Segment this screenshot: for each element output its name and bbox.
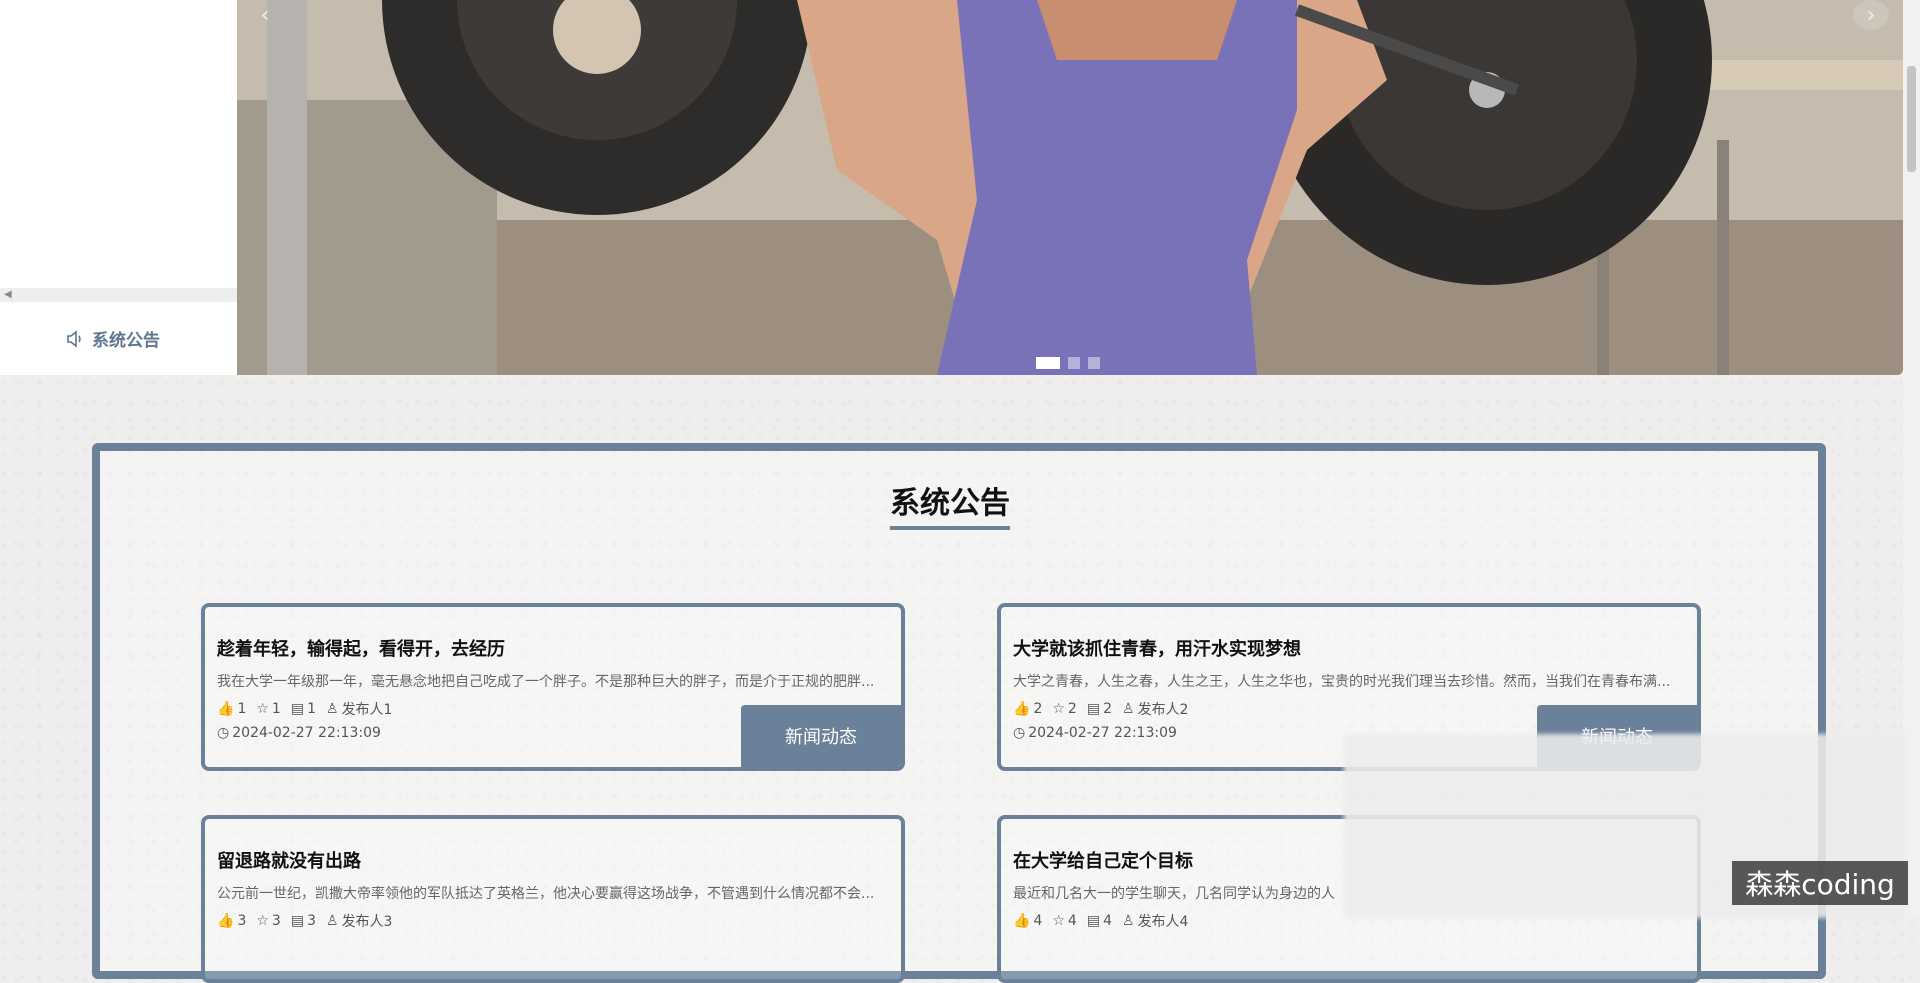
- category-tag[interactable]: 新闻动态: [741, 705, 901, 767]
- banner-carousel[interactable]: ‹ ›: [237, 0, 1903, 375]
- notice-card[interactable]: 留退路就没有出路 公元前一世纪，凯撒大帝率领他的军队抵达了英格兰，他决心要赢得这…: [201, 815, 905, 983]
- carousel-dot-1[interactable]: [1036, 357, 1060, 369]
- comment-icon: ▤: [290, 913, 305, 929]
- like-count: 1: [237, 701, 247, 717]
- thumb-up-icon: 👍: [1013, 701, 1031, 717]
- left-panel: ◀ 系统公告: [0, 0, 238, 375]
- scrollbar-thumb[interactable]: [1907, 66, 1916, 172]
- like-count: 4: [1033, 913, 1043, 929]
- favorite-count: 3: [271, 913, 281, 929]
- user-icon: ♙: [1122, 913, 1135, 929]
- carousel-dot-2[interactable]: [1068, 357, 1080, 369]
- card-description: 公元前一世纪，凯撒大帝率领他的军队抵达了英格兰，他决心要赢得这场战争，不管遇到什…: [217, 886, 875, 902]
- favorite-count: 2: [1067, 701, 1077, 717]
- star-icon: ☆: [1052, 701, 1065, 717]
- star-icon: ☆: [1052, 913, 1065, 929]
- comment-icon: ▤: [1086, 701, 1101, 717]
- carousel-indicators: [1036, 357, 1100, 369]
- thumb-up-icon: 👍: [217, 913, 235, 929]
- card-title: 趁着年轻，输得起，看得开，去经历: [217, 639, 505, 660]
- favorite-count: 4: [1067, 913, 1077, 929]
- comment-count: 1: [307, 701, 316, 717]
- card-description: 大学之青春，人生之春，人生之王，人生之华也，宝贵的时光我们理当去珍惜。然而，当我…: [1013, 674, 1671, 690]
- notice-card[interactable]: 趁着年轻，输得起，看得开，去经历 我在大学一年级那一年，毫无悬念地把自己吃成了一…: [201, 603, 905, 771]
- card-title: 大学就该抓住青春，用汗水实现梦想: [1013, 639, 1301, 660]
- date-text: 2024-02-27 22:13:09: [232, 725, 381, 741]
- carousel-prev-button[interactable]: ‹: [247, 0, 283, 30]
- date-text: 2024-02-27 22:13:09: [1028, 725, 1177, 741]
- star-icon: ☆: [256, 701, 269, 717]
- page-scrollbar[interactable]: [1903, 0, 1920, 918]
- scroll-left-arrow-icon[interactable]: ◀: [4, 288, 12, 302]
- comment-icon: ▤: [1086, 913, 1101, 929]
- thumb-up-icon: 👍: [217, 701, 235, 717]
- card-date: ◷ 2024-02-27 22:13:09: [1013, 725, 1177, 741]
- card-meta: 👍 3 ☆ 3 ▤ 3 ♙ 发布人3: [217, 911, 392, 931]
- card-description: 我在大学一年级那一年，毫无悬念地把自己吃成了一个胖子。不是那种巨大的胖子，而是介…: [217, 674, 875, 690]
- card-title: 在大学给自己定个目标: [1013, 851, 1193, 872]
- sidebar-notice-link[interactable]: 系统公告: [66, 326, 160, 351]
- like-count: 2: [1033, 701, 1043, 717]
- card-title: 留退路就没有出路: [217, 851, 361, 872]
- user-icon: ♙: [1122, 701, 1135, 717]
- comment-count: 4: [1103, 913, 1112, 929]
- watermark: 森森coding: [1732, 861, 1908, 905]
- author-name: 发布人4: [1137, 914, 1189, 930]
- comment-icon: ▤: [290, 701, 305, 717]
- card-meta: 👍 1 ☆ 1 ▤ 1 ♙ 发布人1: [217, 699, 392, 719]
- author-name: 发布人2: [1137, 702, 1189, 718]
- clock-icon: ◷: [217, 725, 230, 741]
- card-date: ◷ 2024-02-27 22:13:09: [217, 725, 381, 741]
- speaker-icon: [66, 329, 84, 348]
- sidebar-notice-label: 系统公告: [92, 331, 160, 351]
- clock-icon: ◷: [1013, 725, 1026, 741]
- author-name: 发布人3: [341, 914, 393, 930]
- carousel-next-button[interactable]: ›: [1853, 0, 1889, 30]
- user-icon: ♙: [326, 701, 339, 717]
- card-meta: 👍 2 ☆ 2 ▤ 2 ♙ 发布人2: [1013, 699, 1188, 719]
- comment-count: 2: [1103, 701, 1112, 717]
- gym-photo: [237, 0, 1903, 375]
- notice-section-title: 系统公告: [890, 478, 1010, 530]
- like-count: 3: [237, 913, 247, 929]
- card-meta: 👍 4 ☆ 4 ▤ 4 ♙ 发布人4: [1013, 911, 1188, 931]
- star-icon: ☆: [256, 913, 269, 929]
- author-name: 发布人1: [341, 702, 393, 718]
- thumb-up-icon: 👍: [1013, 913, 1031, 929]
- horizontal-scrollbar[interactable]: ◀: [0, 288, 237, 302]
- carousel-dot-3[interactable]: [1088, 357, 1100, 369]
- user-icon: ♙: [326, 913, 339, 929]
- comment-count: 3: [307, 913, 316, 929]
- favorite-count: 1: [271, 701, 281, 717]
